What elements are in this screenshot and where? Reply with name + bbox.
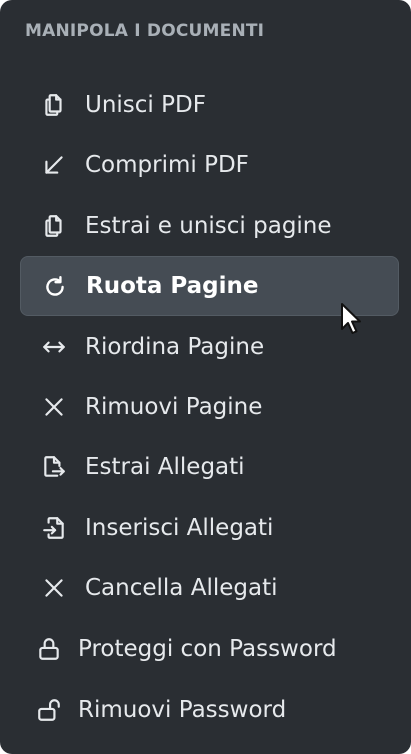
lock-icon: [36, 636, 62, 662]
section-title: MANIPOLA I DOCUMENTI: [25, 21, 265, 41]
rotate-icon: [42, 274, 68, 300]
x-icon: [41, 394, 67, 420]
mouse-cursor-icon: [341, 303, 361, 334]
menu-item-estrai-allegati[interactable]: Estrai Allegati: [20, 437, 399, 497]
menu-item-proteggi-password[interactable]: Proteggi con Password: [20, 619, 399, 679]
arrows-horizontal-icon: [41, 334, 67, 360]
menu-item-label: Unisci PDF: [85, 92, 206, 118]
menu-item-comprimi-pdf[interactable]: Comprimi PDF: [20, 135, 399, 195]
menu-item-label: Cancella Allegati: [85, 575, 278, 601]
copy-icon: [41, 213, 67, 239]
file-export-icon: [41, 454, 67, 480]
menu-item-label: Inserisci Allegati: [85, 515, 274, 541]
menu-item-estrai-unisci-pagine[interactable]: Estrai e unisci pagine: [20, 196, 399, 256]
menu-item-label: Estrai Allegati: [85, 454, 245, 480]
menu-item-label: Proteggi con Password: [78, 636, 337, 662]
copy-icon: [41, 92, 67, 118]
menu-item-label: Riordina Pagine: [85, 334, 265, 360]
x-icon: [41, 575, 67, 601]
unlock-icon: [36, 697, 62, 723]
menu-item-label: Ruota Pagine: [86, 273, 259, 299]
menu-item-label: Rimuovi Pagine: [85, 394, 263, 420]
menu-item-label: Estrai e unisci pagine: [85, 213, 332, 239]
menu-item-label: Comprimi PDF: [85, 152, 249, 178]
arrow-down-left-icon: [41, 152, 67, 178]
menu-item-inserisci-allegati[interactable]: Inserisci Allegati: [20, 498, 399, 558]
document-tools-menu: MANIPOLA I DOCUMENTI Unisci PDF Comprimi…: [0, 0, 411, 754]
menu-item-cancella-allegati[interactable]: Cancella Allegati: [20, 558, 399, 618]
menu-item-rimuovi-pagine[interactable]: Rimuovi Pagine: [20, 377, 399, 437]
file-import-icon: [41, 515, 67, 541]
menu-item-rimuovi-password[interactable]: Rimuovi Password: [20, 680, 399, 740]
menu-item-unisci-pdf[interactable]: Unisci PDF: [20, 75, 399, 135]
menu-item-label: Rimuovi Password: [78, 697, 287, 723]
